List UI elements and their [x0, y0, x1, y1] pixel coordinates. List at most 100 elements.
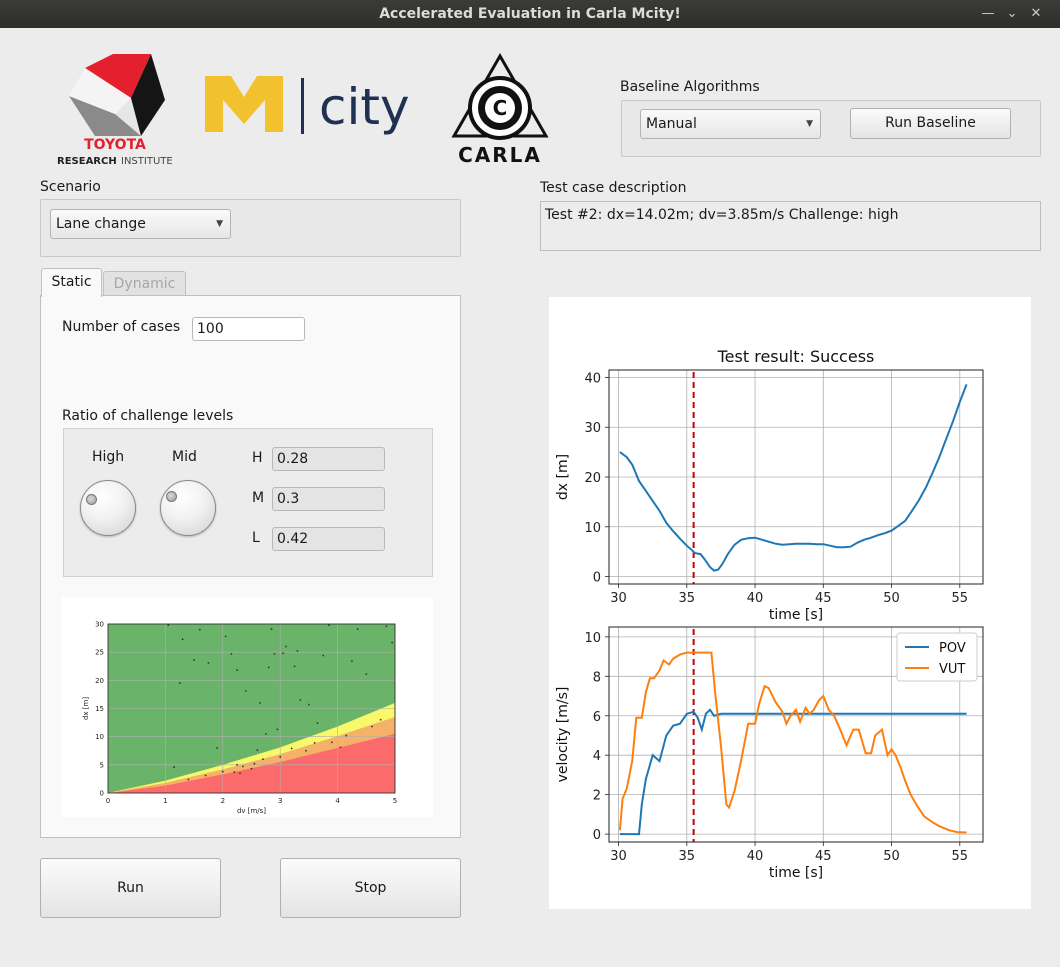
scatter-point	[299, 699, 302, 701]
y-tick-label: 10	[584, 631, 601, 646]
scatter-point	[204, 774, 207, 777]
scatter-point	[293, 665, 296, 668]
scatter-point	[221, 770, 224, 773]
scatter-point	[279, 756, 282, 758]
ratio-label: Ratio of challenge levels	[62, 408, 234, 424]
baseline-select[interactable]: Manual ▼	[640, 109, 821, 139]
high-dial[interactable]	[80, 480, 136, 536]
scatter-point	[365, 673, 368, 676]
carla-logo: C CARLA	[448, 52, 552, 168]
research-text: RESEARCH	[57, 156, 117, 167]
scatter-point	[322, 654, 325, 657]
x-tick-label: 3	[278, 797, 282, 805]
y-tick-label: 40	[584, 371, 601, 386]
scatter-point	[328, 624, 330, 627]
scatter-point	[290, 747, 293, 750]
mid-dial[interactable]	[160, 480, 216, 536]
scatter-point	[356, 628, 359, 630]
scatter-point	[178, 682, 181, 685]
x-tick-label: 30	[610, 849, 627, 864]
scatter-point	[345, 734, 348, 737]
y-tick-label: 8	[593, 670, 601, 685]
scatter-point	[244, 690, 247, 692]
tab-static[interactable]: Static	[41, 268, 102, 297]
scatter-point	[296, 650, 299, 652]
x-tick-label: 45	[815, 591, 832, 606]
y-tick-label: 6	[593, 710, 601, 725]
y-tick-label: 15	[95, 705, 104, 713]
y-tick-label: 30	[584, 421, 601, 436]
m-label: M	[252, 490, 265, 506]
y-tick-label: 10	[584, 521, 601, 536]
scatter-point	[236, 763, 239, 766]
stop-button[interactable]: Stop	[280, 858, 461, 918]
l-label: L	[252, 530, 260, 546]
toyota-text: TOYOTA	[84, 137, 146, 153]
scatter-point	[305, 749, 307, 752]
num-cases-input[interactable]: 100	[192, 317, 305, 341]
scatter-point	[285, 645, 287, 648]
h-label: H	[252, 450, 263, 466]
scatter-point	[313, 741, 316, 744]
y-tick-label: 0	[593, 571, 601, 586]
x-tick-label: 40	[747, 849, 764, 864]
baseline-select-value: Manual	[646, 116, 697, 132]
scatter-point	[241, 765, 244, 768]
x-axis-label: dv [m/s]	[237, 807, 266, 815]
carla-c-glyph: C	[493, 96, 508, 120]
x-tick-label: 1	[163, 797, 167, 805]
y-tick-label: 10	[95, 733, 104, 741]
tab-dynamic[interactable]: Dynamic	[103, 271, 186, 296]
y-axis-label: dx [m]	[82, 697, 90, 720]
window-titlebar: Accelerated Evaluation in Carla Mcity!	[0, 0, 1060, 28]
x-tick-label: 0	[106, 797, 110, 805]
x-tick-label: 35	[679, 591, 696, 606]
chevron-down-icon: ▼	[216, 219, 223, 229]
scatter-point	[371, 725, 373, 728]
scatter-point	[216, 747, 218, 749]
scatter-point	[270, 628, 273, 630]
scatter-point	[236, 669, 239, 672]
h-ratio-field: 0.28	[272, 447, 385, 471]
y-tick-label: 5	[100, 761, 104, 769]
scatter-point	[207, 661, 210, 664]
num-cases-label: Number of cases	[62, 319, 181, 335]
x-tick-label: 35	[679, 849, 696, 864]
high-dial-notch	[86, 494, 97, 505]
scatter-point	[173, 766, 175, 768]
scenario-select[interactable]: Lane change ▼	[50, 209, 231, 239]
scatter-point	[262, 758, 264, 761]
x-axis-label: time [s]	[769, 607, 823, 623]
x-tick-label: 45	[815, 849, 832, 864]
y-tick-label: 30	[95, 621, 104, 629]
run-baseline-button[interactable]: Run Baseline	[850, 108, 1011, 139]
result-chart: 30 35 40 45 50 55010203040Test result: Succes…	[555, 347, 984, 881]
scatter-point	[181, 638, 184, 641]
x-tick-label: 5	[393, 797, 397, 805]
scatter-point	[385, 625, 388, 628]
y-tick-label: 0	[593, 828, 601, 843]
test-case-description: Test #2: dx=14.02m; dv=3.85m/s Challenge…	[540, 201, 1041, 251]
restore-icon[interactable]: ⌄	[1000, 0, 1024, 28]
scatter-point	[256, 749, 259, 752]
y-tick-label: 25	[95, 649, 104, 657]
mid-dial-notch	[166, 491, 177, 502]
scatter-point	[167, 624, 170, 627]
minimize-icon[interactable]: —	[976, 0, 1000, 28]
x-tick-label: 55	[952, 591, 969, 606]
run-button[interactable]: Run	[40, 858, 221, 918]
dx-series-line	[619, 384, 968, 572]
challenge-map-figure: 0 1 2 3 4 5 0 5 10 15 20 25 30 dv [m/s] dx [m]	[62, 597, 433, 817]
y-tick-label: 20	[584, 471, 601, 486]
scatter-point	[316, 722, 319, 725]
scatter-point	[391, 641, 394, 644]
m-ratio-field: 0.3	[272, 487, 385, 511]
x-tick-label: 55	[952, 849, 969, 864]
mid-dial-label: Mid	[172, 449, 197, 465]
y-tick-label: 4	[593, 749, 601, 764]
x-tick-label: 40	[747, 591, 764, 606]
scatter-point	[250, 767, 253, 770]
x-tick-label: 30	[610, 591, 627, 606]
y-tick-label: 2	[593, 789, 601, 804]
close-icon[interactable]: ✕	[1024, 0, 1048, 28]
